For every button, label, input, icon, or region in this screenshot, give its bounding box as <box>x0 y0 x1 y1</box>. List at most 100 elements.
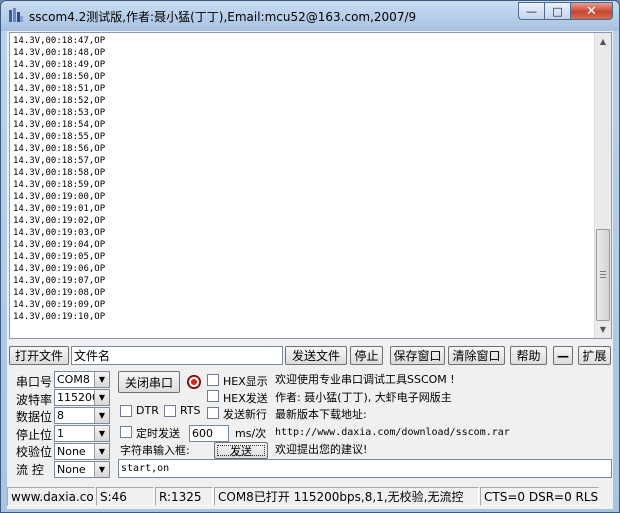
hex-send-label: HEX发送 <box>223 392 268 405</box>
receive-line: 14.3V,00:19:06,OP <box>13 264 106 274</box>
receive-line: 14.3V,00:19:01,OP <box>13 204 106 214</box>
scroll-thumb[interactable] <box>596 229 610 321</box>
receive-line: 14.3V,00:18:59,OP <box>13 180 106 190</box>
receive-line: 14.3V,00:18:53,OP <box>13 108 106 118</box>
maximize-button[interactable]: □ <box>544 2 570 20</box>
info-line-url[interactable]: http://www.daxia.com/download/sscom.rar <box>275 424 510 442</box>
stop-bits-select[interactable]: 1 ▼ <box>54 425 110 442</box>
baud-label: 波特率 <box>16 393 53 407</box>
port-status-led-icon <box>187 375 201 389</box>
parity-value: None <box>57 445 86 458</box>
chevron-down-icon[interactable]: ▼ <box>94 462 109 477</box>
timed-send-label: 定时发送 <box>136 427 180 440</box>
receive-textarea[interactable]: 14.3V,00:18:47,OP 14.3V,00:18:48,OP 14.3V,… <box>9 32 612 339</box>
status-modem-lines: CTS=0 DSR=0 RLSD <box>480 487 599 506</box>
receive-lines: 14.3V,00:18:47,OP 14.3V,00:18:48,OP 14.3V,… <box>13 35 597 337</box>
baud-select[interactable]: 115200 ▼ <box>54 389 110 406</box>
clear-window-button[interactable]: 清除窗口 <box>448 346 505 365</box>
interval-unit-label: ms/次 <box>235 427 267 440</box>
hex-display-checkbox[interactable] <box>207 374 219 386</box>
scroll-up-icon[interactable]: ▲ <box>595 33 611 50</box>
chevron-down-icon[interactable]: ▼ <box>94 426 109 441</box>
timed-send-checkbox[interactable] <box>120 426 132 438</box>
receive-line: 14.3V,00:18:48,OP <box>13 48 106 58</box>
status-received-count: R:1325 <box>155 487 213 506</box>
close-port-button[interactable]: 关闭串口 <box>118 371 180 393</box>
receive-line: 14.3V,00:19:07,OP <box>13 276 106 286</box>
save-window-button[interactable]: 保存窗口 <box>390 346 445 365</box>
minimize-button[interactable]: — <box>518 2 544 20</box>
expand-button[interactable]: 扩展 <box>578 346 611 365</box>
app-window: sscom4.2测试版,作者:聂小猛(丁丁),Email:mcu52@163.c… <box>0 0 620 513</box>
flow-control-value: None <box>57 463 86 476</box>
receive-line: 14.3V,00:19:00,OP <box>13 192 106 202</box>
info-line-welcome: 欢迎使用专业串口调试工具SSCOM ! <box>275 373 455 386</box>
help-button[interactable]: 帮助 <box>510 346 547 365</box>
rts-checkbox[interactable] <box>164 405 176 417</box>
info-panel: 欢迎使用专业串口调试工具SSCOM ! 作者: 聂小猛(丁丁), 大虾电子网版主… <box>275 371 510 459</box>
receive-line: 14.3V,00:19:10,OP <box>13 312 106 322</box>
rts-label: RTS <box>180 404 201 417</box>
receive-line: 14.3V,00:18:52,OP <box>13 96 106 106</box>
receive-scrollbar[interactable]: ▲ ▼ <box>594 33 611 338</box>
receive-line: 14.3V,00:19:09,OP <box>13 300 106 310</box>
parity-select[interactable]: None ▼ <box>54 443 110 460</box>
interval-input[interactable]: 600 <box>189 425 229 442</box>
chevron-down-icon[interactable]: ▼ <box>94 408 109 423</box>
baud-value: 115200 <box>57 391 99 404</box>
port-value: COM8 <box>57 373 90 386</box>
dtr-label: DTR <box>136 404 159 417</box>
info-line-download: 最新版本下载地址: <box>275 408 367 421</box>
flow-control-select[interactable]: None ▼ <box>54 461 110 478</box>
close-button[interactable]: ✕ <box>570 2 613 20</box>
receive-line: 14.3V,00:19:02,OP <box>13 216 106 226</box>
open-file-button[interactable]: 打开文件 <box>9 346 69 365</box>
window-title: sscom4.2测试版,作者:聂小猛(丁丁),Email:mcu52@163.c… <box>29 10 417 24</box>
status-port-state: COM8已打开 115200bps,8,1,无校验,无流控 <box>214 487 479 506</box>
input-label: 字符串输入框: <box>120 444 190 457</box>
stop-bits-value: 1 <box>57 427 64 440</box>
data-bits-label: 数据位 <box>16 410 53 424</box>
receive-line: 14.3V,00:18:51,OP <box>13 84 106 94</box>
app-icon <box>9 8 23 22</box>
info-line-author: 作者: 聂小猛(丁丁), 大虾电子网版主 <box>275 390 452 404</box>
client-area: 14.3V,00:18:47,OP 14.3V,00:18:48,OP 14.3V,… <box>7 31 613 509</box>
chevron-down-icon[interactable]: ▼ <box>94 444 109 459</box>
chevron-down-icon[interactable]: ▼ <box>94 390 109 405</box>
hex-send-checkbox[interactable] <box>207 390 219 402</box>
info-line-suggest: 欢迎提出您的建议! <box>275 443 368 456</box>
scroll-down-icon[interactable]: ▼ <box>595 321 611 338</box>
receive-line: 14.3V,00:19:03,OP <box>13 228 106 238</box>
data-bits-select[interactable]: 8 ▼ <box>54 407 110 424</box>
send-button[interactable]: 发送 <box>214 442 268 459</box>
receive-line: 14.3V,00:18:47,OP <box>13 36 106 46</box>
send-newline-checkbox[interactable] <box>207 407 219 419</box>
status-site: www.daxia.com <box>7 487 95 506</box>
port-label: 串口号 <box>16 375 53 389</box>
port-select[interactable]: COM8 ▼ <box>54 371 110 388</box>
title-bar[interactable]: sscom4.2测试版,作者:聂小猛(丁丁),Email:mcu52@163.c… <box>1 1 619 31</box>
receive-line: 14.3V,00:18:49,OP <box>13 60 106 70</box>
receive-line: 14.3V,00:18:50,OP <box>13 72 106 82</box>
receive-line: 14.3V,00:18:56,OP <box>13 144 106 154</box>
dtr-checkbox[interactable] <box>120 405 132 417</box>
window-controls: — □ ✕ <box>518 2 613 20</box>
flow-control-label: 流 控 <box>16 463 44 477</box>
send-input[interactable]: start,on <box>118 459 612 478</box>
receive-line: 14.3V,00:18:55,OP <box>13 132 106 142</box>
receive-line: 14.3V,00:19:08,OP <box>13 288 106 298</box>
stop-button[interactable]: 停止 <box>350 346 383 365</box>
stop-bits-label: 停止位 <box>16 428 53 442</box>
status-sent-count: S:46 <box>96 487 154 506</box>
chevron-down-icon[interactable]: ▼ <box>94 372 109 387</box>
receive-line: 14.3V,00:18:54,OP <box>13 120 106 130</box>
send-newline-label: 发送新行 <box>223 408 267 421</box>
hex-display-label: HEX显示 <box>223 375 268 388</box>
status-bar: www.daxia.com S:46 R:1325 COM8已打开 115200… <box>7 485 613 508</box>
receive-line: 14.3V,00:19:05,OP <box>13 252 106 262</box>
filename-input[interactable]: 文件名 <box>71 346 283 365</box>
data-bits-value: 8 <box>57 409 64 422</box>
send-file-button[interactable]: 发送文件 <box>285 346 347 365</box>
collapse-button[interactable]: — <box>553 346 573 365</box>
receive-line: 14.3V,00:19:04,OP <box>13 240 106 250</box>
